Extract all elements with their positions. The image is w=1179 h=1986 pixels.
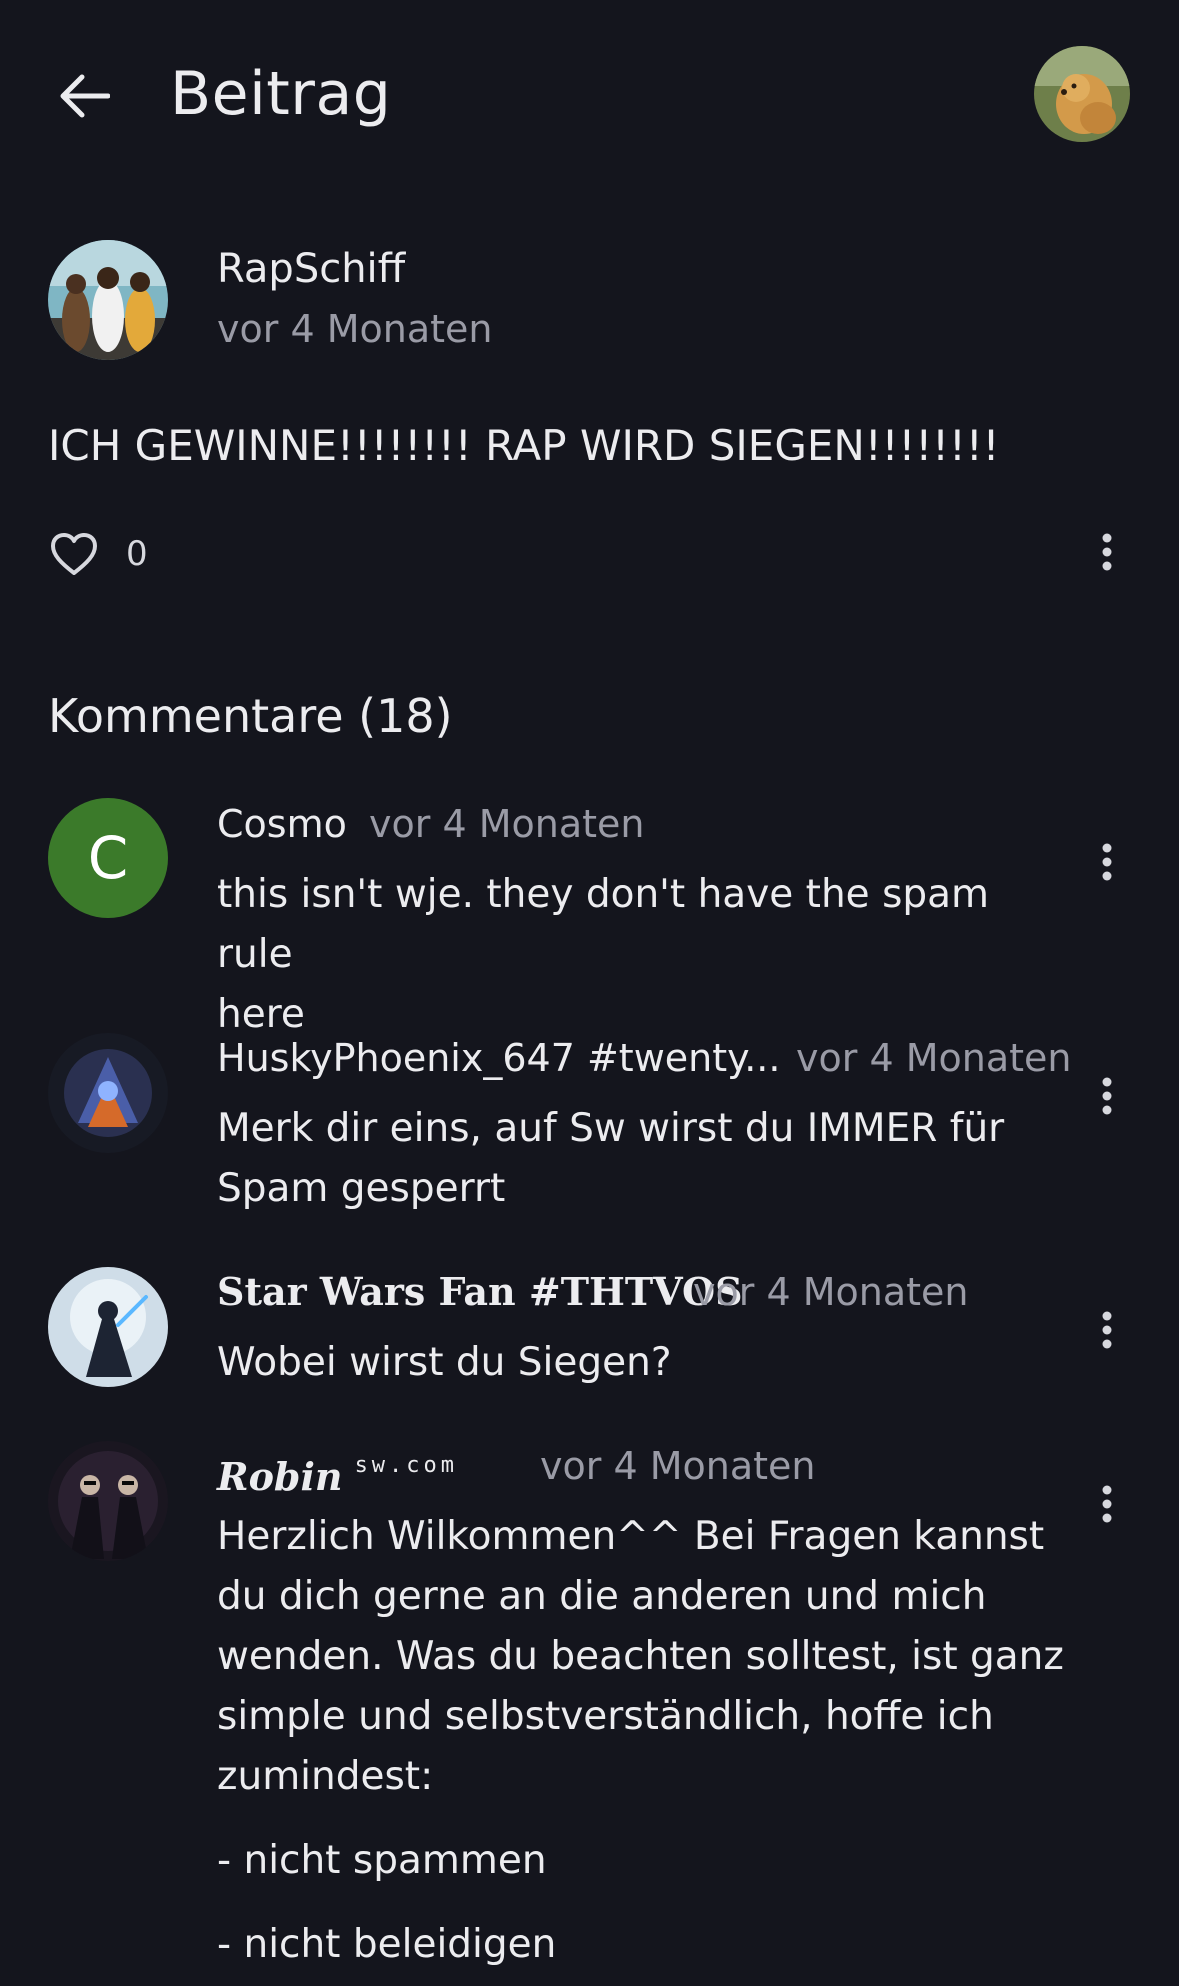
comment-text-line: simple und selbstverständlich, hoffe ich xyxy=(217,1694,994,1739)
comment-text-line: du dich gerne an die anderen und mich xyxy=(217,1574,987,1619)
comment-list-item: - nicht spammen xyxy=(217,1838,547,1883)
comment-text-line: Spam gesperrt xyxy=(217,1166,506,1211)
more-vertical-icon xyxy=(1102,1077,1112,1115)
page-title: Beitrag xyxy=(170,59,392,129)
comment-timestamp: vor 4 Monaten xyxy=(693,1270,969,1314)
like-button[interactable] xyxy=(44,524,104,584)
comment-more-button[interactable] xyxy=(1087,832,1127,892)
comment-text: Herzlich Wilkommen^^ Bei Fragen kannst d… xyxy=(217,1507,1067,1975)
comment-author-name[interactable]: Robin sw.com xyxy=(217,1441,458,1502)
comment-author-name[interactable]: Cosmo xyxy=(217,799,347,849)
post-author-name[interactable]: RapSchiff xyxy=(217,243,405,295)
comment-text-line: Merk dir eins, auf Sw wirst du IMMER für xyxy=(217,1106,1005,1151)
avatar-letter: C xyxy=(87,824,129,892)
profile-avatar[interactable] xyxy=(1034,46,1130,142)
author-name-text: Robin xyxy=(217,1454,343,1499)
author-name-suffix: sw.com xyxy=(354,1453,459,1478)
like-count: 0 xyxy=(126,534,148,574)
heart-outline-icon xyxy=(51,533,97,575)
arrow-left-icon xyxy=(60,74,110,118)
comment-more-button[interactable] xyxy=(1087,1474,1127,1534)
comment-list-item: - nicht beleidigen xyxy=(217,1922,557,1967)
comment-more-button[interactable] xyxy=(1087,1300,1127,1360)
comment-author-name[interactable]: Star Wars Fan #THTVOS xyxy=(217,1267,743,1317)
comment-timestamp: vor 4 Monaten xyxy=(796,1036,1072,1080)
comment-text-line: zumindest: xyxy=(217,1754,434,1799)
comment-author-name[interactable]: HuskyPhoenix_647 #twenty... xyxy=(217,1033,780,1083)
post-author-avatar[interactable] xyxy=(48,240,168,360)
comment-text-line: this isn't wje. they don't have the spam… xyxy=(217,872,990,977)
more-vertical-icon xyxy=(1102,1311,1112,1349)
comment-text-line: Herzlich Wilkommen^^ Bei Fragen kannst xyxy=(217,1514,1045,1559)
comment-more-button[interactable] xyxy=(1087,1066,1127,1126)
comment-avatar[interactable] xyxy=(48,1441,168,1561)
comment-text: Merk dir eins, auf Sw wirst du IMMER für… xyxy=(217,1099,1067,1219)
back-button[interactable] xyxy=(44,56,124,136)
comment-avatar[interactable] xyxy=(48,1033,168,1153)
comment-text: this isn't wje. they don't have the spam… xyxy=(217,865,1067,1045)
comment-timestamp: vor 4 Monaten xyxy=(540,1444,816,1488)
comments-heading: Kommentare (18) xyxy=(48,689,453,743)
post-more-button[interactable] xyxy=(1087,522,1127,582)
comment-text-line: Wobei wirst du Siegen? xyxy=(217,1340,672,1385)
post-detail-screen: Beitrag RapSchiff vor 4 Monaten ICH GEWI… xyxy=(0,0,1179,1986)
comment-avatar[interactable]: C xyxy=(48,798,168,918)
comment-text-line: wenden. Was du beachten solltest, ist ga… xyxy=(217,1634,1064,1679)
post-body-text: ICH GEWINNE!!!!!!!! RAP WIRD SIEGEN!!!!!… xyxy=(48,421,1000,470)
post-timestamp: vor 4 Monaten xyxy=(217,307,493,351)
comment-text: Wobei wirst du Siegen? xyxy=(217,1333,1067,1393)
top-app-bar: Beitrag xyxy=(0,0,1179,190)
more-vertical-icon xyxy=(1102,1485,1112,1523)
more-vertical-icon xyxy=(1102,533,1112,571)
comment-avatar[interactable] xyxy=(48,1267,168,1387)
more-vertical-icon xyxy=(1102,843,1112,881)
comment-timestamp: vor 4 Monaten xyxy=(369,802,645,846)
